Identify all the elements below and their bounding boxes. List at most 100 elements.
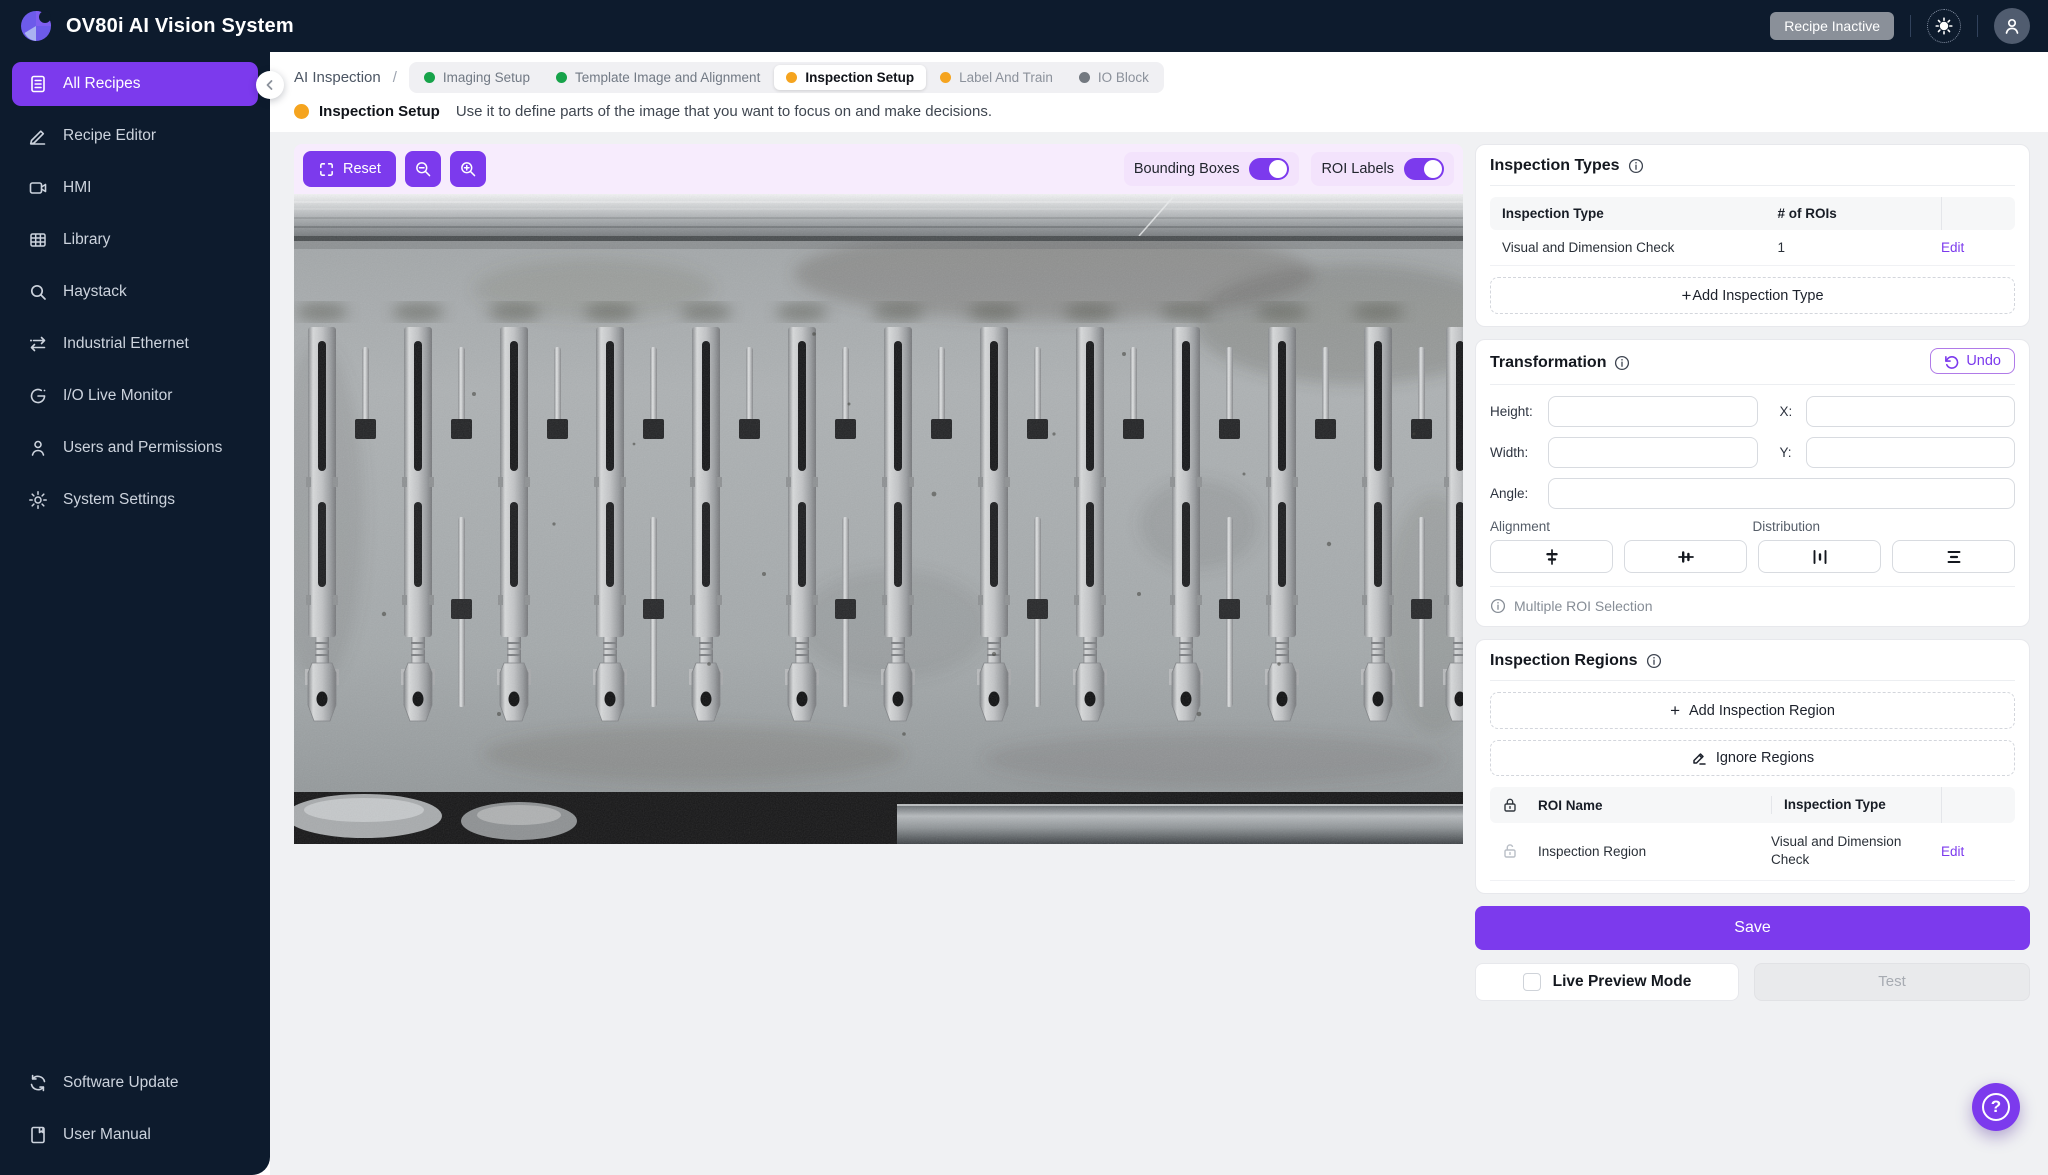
gear-icon: [28, 490, 48, 510]
zoom-out-button[interactable]: [404, 151, 441, 187]
lock-icon: [1502, 797, 1538, 813]
inspection-regions-title: Inspection Regions: [1490, 652, 1638, 669]
reset-view-button[interactable]: Reset: [303, 151, 396, 187]
person-icon: [2002, 16, 2022, 36]
sidebar-item-user-manual[interactable]: User Manual: [12, 1113, 258, 1157]
y-input[interactable]: [1805, 437, 2015, 468]
swap-arrows-icon: [28, 334, 48, 354]
fit-corners-icon: [318, 161, 335, 178]
align-horizontal-center-icon: [1543, 548, 1561, 566]
breadcrumb: AI Inspection / Imaging Setup Template I…: [270, 52, 2048, 99]
col-num-rois: # of ROIs: [1777, 206, 1837, 221]
sidebar-collapse-button[interactable]: [256, 71, 284, 99]
bounding-boxes-toggle[interactable]: [1249, 158, 1290, 180]
zoom-in-button[interactable]: [449, 151, 486, 187]
info-icon[interactable]: [1646, 653, 1662, 669]
distribute-vertical-button[interactable]: [1892, 540, 2015, 573]
sidebar-item-label: User Manual: [63, 1126, 151, 1143]
sidebar-item-label: Recipe Editor: [63, 127, 157, 144]
breadcrumb-root[interactable]: AI Inspection: [294, 69, 381, 86]
step-label: Template Image and Alignment: [574, 70, 761, 85]
sidebar-item-label: Library: [63, 231, 111, 248]
reset-label: Reset: [343, 161, 381, 177]
sidebar-item-software-update[interactable]: Software Update: [12, 1061, 258, 1105]
theme-toggle-button[interactable]: [1927, 9, 1961, 43]
regions-table-header: ROI Name Inspection Type: [1490, 787, 2015, 824]
unlock-icon[interactable]: [1502, 843, 1538, 859]
sidebar-item-industrial-ethernet[interactable]: Industrial Ethernet: [12, 322, 258, 366]
sidebar-item-haystack[interactable]: Haystack: [12, 270, 258, 314]
step-label-and-train[interactable]: Label And Train: [928, 65, 1065, 90]
inspection-types-card: Inspection Types Inspection Type # of RO…: [1475, 144, 2030, 327]
edit-inspection-type-link[interactable]: Edit: [1941, 240, 2003, 255]
ignore-regions-button[interactable]: Ignore Regions: [1490, 740, 2015, 776]
step-done-dot: [423, 72, 435, 83]
sidebar-item-users-permissions[interactable]: Users and Permissions: [12, 426, 258, 470]
live-preview-label: Live Preview Mode: [1552, 972, 1692, 990]
sidebar-item-library[interactable]: Library: [12, 218, 258, 262]
test-button[interactable]: Test: [1754, 962, 2030, 1001]
align-vertical-center-button[interactable]: [1624, 540, 1747, 573]
sidebar-item-label: System Settings: [63, 491, 175, 508]
plus-icon: +: [1670, 701, 1681, 720]
step-io-block[interactable]: IO Block: [1067, 65, 1161, 90]
sidebar-item-io-live-monitor[interactable]: I/O Live Monitor: [12, 374, 258, 418]
user-avatar[interactable]: [1994, 8, 2030, 44]
angle-input[interactable]: [1548, 478, 2015, 509]
sidebar-item-recipe-editor[interactable]: Recipe Editor: [12, 114, 258, 158]
edit-region-link[interactable]: Edit: [1941, 844, 2003, 859]
image-viewport: Reset Bounding Boxes ROI Labels: [294, 144, 1463, 844]
roi-labels-toggle-group: ROI Labels: [1311, 152, 1454, 186]
right-panel: Inspection Types Inspection Type # of RO…: [1475, 144, 2030, 1001]
step-template-image-alignment[interactable]: Template Image and Alignment: [544, 65, 772, 90]
sidebar-item-hmi[interactable]: HMI: [12, 166, 258, 210]
save-button[interactable]: Save: [1475, 905, 2030, 950]
types-table-header: Inspection Type # of ROIs: [1490, 197, 2015, 230]
info-icon[interactable]: [1614, 355, 1630, 371]
sidebar-item-label: All Recipes: [63, 75, 141, 92]
main-content: AI Inspection / Imaging Setup Template I…: [256, 52, 2048, 1175]
roi-labels-label: ROI Labels: [1321, 161, 1394, 177]
recipe-status-badge: Recipe Inactive: [1770, 12, 1894, 40]
grid-icon: [28, 230, 48, 250]
step-done-dot: [555, 72, 567, 83]
live-preview-mode-group: Live Preview Mode: [1475, 962, 1739, 1001]
distribution-label: Distribution: [1752, 519, 1821, 534]
step-imaging-setup[interactable]: Imaging Setup: [412, 65, 542, 90]
distribute-horizontal-icon: [1811, 548, 1829, 566]
distribute-horizontal-button[interactable]: [1758, 540, 1881, 573]
inspection-image[interactable]: [294, 194, 1463, 844]
height-input[interactable]: [1548, 396, 1758, 427]
sidebar-item-label: Haystack: [63, 283, 127, 300]
multiple-roi-selection-note: Multiple ROI Selection: [1490, 598, 2015, 614]
sidebar-item-system-settings[interactable]: System Settings: [12, 478, 258, 522]
step-pending-dot: [1078, 72, 1090, 83]
add-inspection-region-button[interactable]: + Add Inspection Region: [1490, 692, 2015, 729]
align-vertical-center-icon: [1677, 548, 1695, 566]
width-input[interactable]: [1548, 437, 1758, 468]
help-button[interactable]: ?: [1972, 1083, 2020, 1131]
roi-count: 1: [1777, 240, 1786, 255]
step-inspection-setup[interactable]: Inspection Setup: [774, 65, 927, 90]
height-label: Height:: [1490, 404, 1533, 419]
distribute-vertical-icon: [1945, 548, 1963, 566]
align-horizontal-center-button[interactable]: [1490, 540, 1613, 573]
col-inspection-type: Inspection Type: [1771, 796, 1941, 815]
zoom-out-icon: [414, 160, 432, 178]
live-preview-checkbox[interactable]: [1522, 972, 1541, 991]
refresh-icon: [28, 1073, 48, 1093]
inspection-type-name: Visual and Dimension Check: [1502, 240, 1675, 255]
info-icon[interactable]: [1628, 158, 1644, 174]
bounding-boxes-toggle-group: Bounding Boxes: [1123, 152, 1300, 186]
step-label: Inspection Setup: [805, 70, 915, 85]
page-description: Use it to define parts of the image that…: [455, 103, 992, 120]
add-inspection-type-button[interactable]: + Add Inspection Type: [1490, 277, 2015, 314]
sidebar-item-all-recipes[interactable]: All Recipes: [12, 62, 258, 106]
step-label: Imaging Setup: [442, 70, 530, 85]
undo-button[interactable]: Undo: [1930, 348, 2015, 374]
x-input[interactable]: [1805, 396, 2015, 427]
undo-icon: [1944, 354, 1959, 369]
sidebar-item-label: HMI: [63, 179, 92, 196]
roi-labels-toggle[interactable]: [1404, 158, 1444, 180]
hmi-display-icon: [28, 178, 48, 198]
